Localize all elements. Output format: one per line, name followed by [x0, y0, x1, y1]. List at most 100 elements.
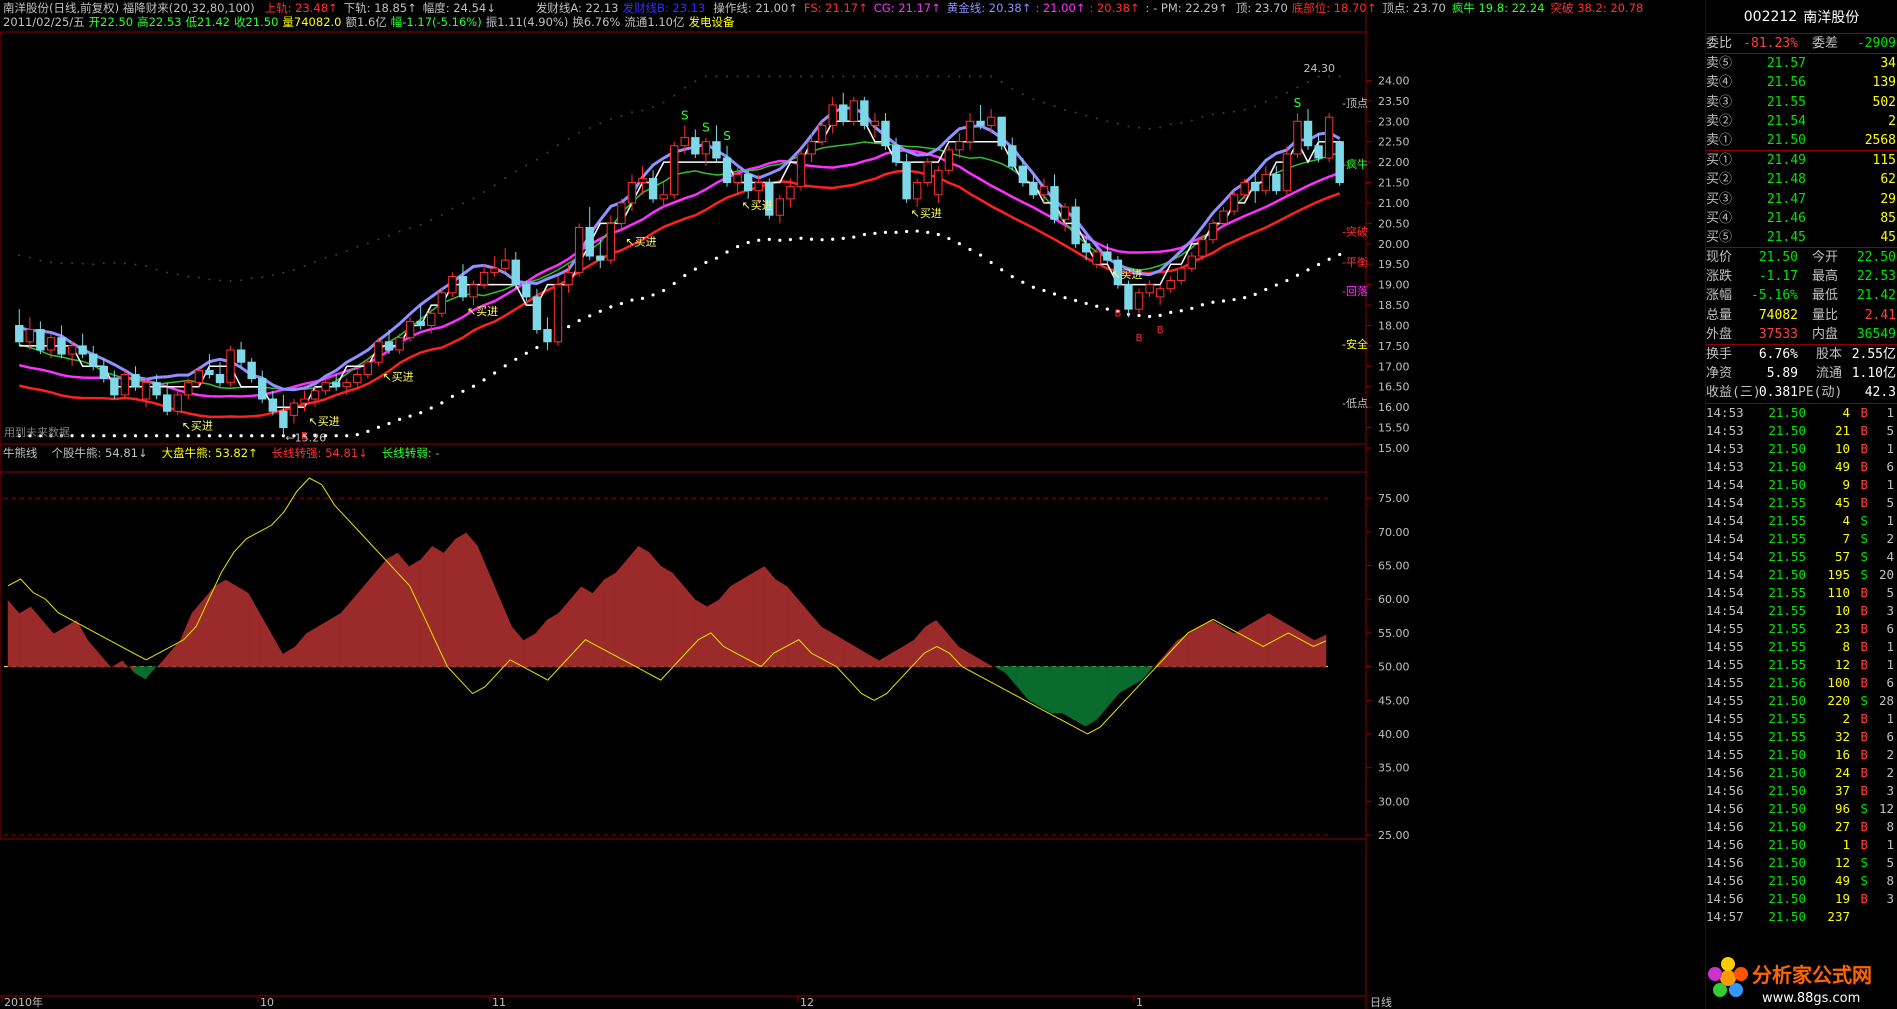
candle[interactable] [1324, 113, 1334, 163]
candle-body[interactable] [543, 329, 552, 343]
candle-body[interactable] [331, 382, 341, 388]
candle[interactable] [1303, 109, 1313, 150]
candle-body[interactable] [458, 275, 468, 298]
candle[interactable] [659, 182, 668, 208]
candle[interactable] [828, 96, 837, 134]
candle-body[interactable] [670, 145, 679, 196]
candle[interactable] [321, 378, 330, 395]
candle[interactable] [617, 198, 626, 232]
tick-row[interactable]: 14:56 21.50 96 S 12 [1706, 800, 1897, 818]
candle-body[interactable] [638, 177, 647, 184]
tick-row[interactable]: 14:55 21.50 16 B 2 [1706, 746, 1897, 764]
candle-body[interactable] [596, 255, 605, 261]
candle-body[interactable] [152, 382, 161, 396]
candle-body[interactable] [775, 198, 785, 216]
candle-body[interactable] [205, 369, 214, 375]
candle-body[interactable] [1134, 292, 1144, 310]
candle-body[interactable] [353, 373, 362, 384]
candle[interactable] [1050, 174, 1059, 224]
candle[interactable] [606, 215, 616, 265]
candle[interactable] [574, 223, 584, 277]
candle-body[interactable] [934, 169, 943, 196]
candle-body[interactable] [1177, 267, 1186, 282]
candle[interactable] [1314, 133, 1323, 163]
candle[interactable] [648, 170, 658, 203]
candle-body[interactable] [997, 116, 1006, 147]
candle-body[interactable] [659, 194, 668, 200]
candle-body[interactable] [1008, 145, 1017, 167]
candle-body[interactable] [1303, 120, 1313, 147]
candle-body[interactable] [131, 373, 140, 388]
candle-body[interactable] [36, 329, 45, 351]
candle[interactable] [553, 276, 563, 346]
tick-row[interactable]: 14:55 21.55 32 B 6 [1706, 728, 1897, 746]
candle-body[interactable] [617, 202, 626, 224]
candle-body[interactable] [374, 341, 383, 363]
candle-body[interactable] [976, 120, 985, 126]
candle-body[interactable] [99, 365, 108, 380]
candle-body[interactable] [1208, 222, 1218, 241]
candle-body[interactable] [258, 378, 267, 400]
candle[interactable] [775, 194, 785, 224]
candle[interactable] [501, 247, 510, 273]
candle[interactable] [902, 153, 911, 203]
candle-body[interactable] [1272, 173, 1281, 192]
candle-body[interactable] [965, 120, 975, 143]
candle-body[interactable] [395, 337, 404, 351]
candle[interactable] [1282, 145, 1292, 195]
candle[interactable] [331, 374, 341, 391]
candle-body[interactable] [479, 271, 489, 286]
candle[interactable] [1293, 113, 1302, 159]
candle[interactable] [543, 317, 552, 350]
candle[interactable] [1187, 251, 1197, 273]
candle-body[interactable] [955, 141, 964, 151]
candle[interactable] [976, 104, 985, 130]
candle[interactable] [743, 170, 753, 199]
tick-row[interactable]: 14:54 21.55 45 B 5 [1706, 494, 1897, 512]
candle-body[interactable] [268, 398, 278, 412]
candle-body[interactable] [247, 361, 256, 380]
candle[interactable] [1134, 288, 1144, 314]
candle-body[interactable] [448, 275, 457, 294]
candle-body[interactable] [1229, 194, 1239, 212]
candle[interactable] [870, 113, 880, 138]
candle[interactable] [236, 341, 246, 367]
candle-body[interactable] [564, 271, 573, 286]
candle-body[interactable] [828, 104, 837, 126]
candle[interactable] [796, 149, 806, 191]
candle[interactable] [881, 113, 890, 150]
candle-body[interactable] [891, 145, 901, 163]
candle[interactable] [1261, 166, 1270, 195]
candle-body[interactable] [1240, 182, 1249, 196]
candle-body[interactable] [701, 141, 711, 155]
candle-body[interactable] [986, 116, 996, 126]
candle[interactable] [89, 345, 98, 371]
candle-body[interactable] [416, 320, 425, 326]
candle-body[interactable] [849, 100, 858, 122]
candle[interactable] [1145, 280, 1154, 297]
candle[interactable] [1155, 284, 1165, 306]
candle-body[interactable] [691, 137, 700, 155]
candle[interactable] [1272, 166, 1281, 195]
tick-row[interactable]: 14:56 21.50 1 B 1 [1706, 836, 1897, 854]
candle-body[interactable] [501, 259, 510, 269]
candle-body[interactable] [754, 182, 763, 192]
candle-body[interactable] [437, 292, 447, 314]
candle[interactable] [258, 370, 267, 404]
tick-row[interactable]: 14:54 21.55 110 B 5 [1706, 584, 1897, 602]
main-price-panel[interactable]: 24.00 23.50 23.00 22.50 22.00 21.50 21.00 20.50… [0, 0, 1706, 1009]
candle-body[interactable] [553, 284, 563, 343]
candle[interactable] [173, 390, 182, 416]
candle-body[interactable] [712, 141, 721, 159]
candle[interactable] [849, 96, 858, 126]
candle[interactable] [226, 345, 235, 387]
candle[interactable] [279, 394, 288, 436]
candle-body[interactable] [1155, 288, 1165, 298]
candle[interactable] [997, 116, 1006, 150]
candle-body[interactable] [722, 157, 732, 184]
candle-body[interactable] [427, 312, 436, 326]
tick-row[interactable]: 14:55 21.55 8 B 1 [1706, 638, 1897, 656]
candle[interactable] [839, 92, 848, 126]
candle-body[interactable] [1251, 182, 1260, 192]
candle[interactable] [1008, 137, 1017, 171]
